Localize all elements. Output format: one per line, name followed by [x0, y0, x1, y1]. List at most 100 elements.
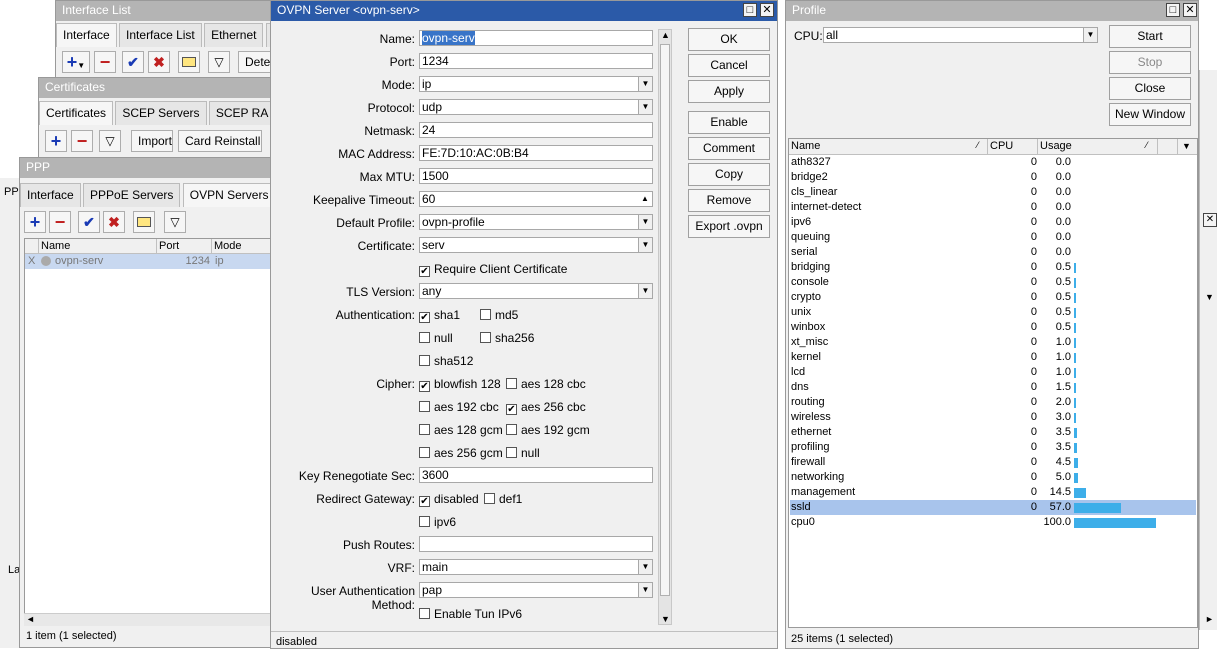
- key-renegotiate-field[interactable]: 3600: [419, 467, 653, 483]
- profile-row[interactable]: internet-detect 0 0.0: [790, 200, 1196, 215]
- tab-pppoe-servers[interactable]: PPPoE Servers: [83, 183, 181, 207]
- scroll-thumb[interactable]: [660, 44, 670, 596]
- table-row[interactable]: X ovpn-serv 1234 ip: [25, 254, 284, 269]
- filter-button[interactable]: ▽: [99, 130, 121, 152]
- max-mtu-field[interactable]: 1500: [419, 168, 653, 184]
- comment-button[interactable]: [133, 211, 155, 233]
- tab-scep-servers[interactable]: SCEP Servers: [115, 101, 207, 125]
- cipher-aes-256-cbc-checkbox[interactable]: ✔ aes 256 cbc: [506, 399, 586, 415]
- dropdown-icon[interactable]: ▼: [638, 215, 652, 229]
- comment-button[interactable]: Comment: [688, 137, 770, 160]
- scroll-down-icon[interactable]: ▼: [661, 614, 670, 624]
- chevron-down-icon[interactable]: ▼: [1205, 292, 1214, 302]
- column-usage[interactable]: Usage: [1038, 139, 1158, 155]
- profile-row[interactable]: queuing 0 0.0: [790, 230, 1196, 245]
- dropdown-icon[interactable]: ▼: [638, 284, 652, 298]
- enable-button[interactable]: ✔: [122, 51, 144, 73]
- column-port[interactable]: Port: [157, 239, 212, 254]
- tab-ovpn-servers[interactable]: OVPN Servers: [182, 183, 276, 207]
- cipher-null-checkbox[interactable]: null: [506, 445, 540, 461]
- profile-row[interactable]: lcd 0 1.0: [790, 365, 1196, 380]
- profile-row[interactable]: console 0 0.5: [790, 275, 1196, 290]
- protocol-select[interactable]: udp ▼: [419, 99, 653, 115]
- disable-button[interactable]: ✖: [103, 211, 125, 233]
- close-button[interactable]: ✕: [1183, 3, 1197, 17]
- profile-row[interactable]: management 0 14.5: [790, 485, 1196, 500]
- cipher-blowfish-128-checkbox[interactable]: ✔ blowfish 128: [419, 376, 501, 392]
- profile-row[interactable]: networking 0 5.0: [790, 470, 1196, 485]
- cpu-select[interactable]: all ▼: [823, 27, 1098, 43]
- card-reinstall-button[interactable]: Card Reinstall: [178, 130, 262, 152]
- profile-row[interactable]: firewall 0 4.5: [790, 455, 1196, 470]
- enable-button[interactable]: ✔: [78, 211, 100, 233]
- new-window-button[interactable]: New Window: [1109, 103, 1191, 126]
- redirect-disabled-checkbox[interactable]: ✔ disabled: [419, 491, 479, 507]
- remove-button[interactable]: −: [71, 130, 93, 152]
- auth-md5-checkbox[interactable]: md5: [480, 307, 518, 323]
- profile-row[interactable]: crypto 0 0.5: [790, 290, 1196, 305]
- tls-version-select[interactable]: any ▼: [419, 283, 653, 299]
- remove-button[interactable]: −: [49, 211, 71, 233]
- profile-row[interactable]: ssld 0 57.0: [790, 500, 1196, 515]
- dropdown-icon[interactable]: ▼: [638, 77, 652, 91]
- profile-row[interactable]: ath8327 0 0.0: [790, 155, 1196, 170]
- column-name[interactable]: Name: [39, 239, 157, 254]
- auth-sha1-checkbox[interactable]: ✔ sha1: [419, 307, 460, 323]
- form-scrollbar[interactable]: ▲ ▼: [658, 29, 672, 625]
- default-profile-select[interactable]: ovpn-profile ▼: [419, 214, 653, 230]
- collapse-icon[interactable]: ▲: [638, 192, 652, 206]
- netmask-field[interactable]: 24: [419, 122, 653, 138]
- scroll-right-icon[interactable]: ►: [1205, 614, 1214, 624]
- start-button[interactable]: Start: [1109, 25, 1191, 48]
- remove-button[interactable]: −: [94, 51, 116, 73]
- profile-row[interactable]: kernel 0 1.0: [790, 350, 1196, 365]
- profile-row[interactable]: profiling 0 3.5: [790, 440, 1196, 455]
- horizontal-scrollbar[interactable]: ◄: [24, 613, 284, 626]
- profile-row[interactable]: xt_misc 0 1.0: [790, 335, 1196, 350]
- disable-button[interactable]: ✖: [148, 51, 170, 73]
- dropdown-icon[interactable]: ▼: [638, 100, 652, 114]
- auth-sha256-checkbox[interactable]: sha256: [480, 330, 534, 346]
- profile-titlebar[interactable]: Profile: [786, 1, 1198, 21]
- add-button[interactable]: +▼: [62, 51, 90, 73]
- profile-row[interactable]: bridge2 0 0.0: [790, 170, 1196, 185]
- profile-row[interactable]: bridging 0 0.5: [790, 260, 1196, 275]
- maximize-button[interactable]: □: [743, 3, 757, 17]
- profile-row[interactable]: cpu0 100.0: [790, 515, 1196, 530]
- remove-button[interactable]: Remove: [688, 189, 770, 212]
- copy-button[interactable]: Copy: [688, 163, 770, 186]
- certificates-titlebar[interactable]: Certificates: [39, 78, 284, 98]
- name-field[interactable]: ovpn-serv: [419, 30, 653, 46]
- column-menu-icon[interactable]: ▼: [1182, 141, 1191, 151]
- certificate-select[interactable]: serv ▼: [419, 237, 653, 253]
- cipher-aes-192-cbc-checkbox[interactable]: aes 192 cbc: [419, 399, 499, 415]
- profile-row[interactable]: ethernet 0 3.5: [790, 425, 1196, 440]
- close-button[interactable]: ✕: [760, 3, 774, 17]
- scroll-up-icon[interactable]: ▲: [661, 30, 670, 40]
- require-client-certificate-checkbox[interactable]: ✔ Require Client Certificate: [419, 261, 567, 277]
- close-icon[interactable]: ✕: [1203, 213, 1217, 227]
- apply-button[interactable]: Apply: [688, 80, 770, 103]
- close-button[interactable]: Close: [1109, 77, 1191, 100]
- column-mode[interactable]: Mode: [212, 239, 272, 254]
- stop-button[interactable]: Stop: [1109, 51, 1191, 74]
- dropdown-icon[interactable]: ▼: [638, 238, 652, 252]
- filter-button[interactable]: ▽: [164, 211, 186, 233]
- dropdown-icon[interactable]: ▼: [638, 583, 652, 597]
- user-auth-method-select[interactable]: pap ▼: [419, 582, 653, 598]
- profile-row[interactable]: routing 0 2.0: [790, 395, 1196, 410]
- interface-list-titlebar[interactable]: Interface List: [56, 1, 284, 21]
- dropdown-icon[interactable]: ▼: [638, 560, 652, 574]
- profile-row[interactable]: wireless 0 3.0: [790, 410, 1196, 425]
- column-name[interactable]: Name: [789, 139, 988, 155]
- tab-scep-ra[interactable]: SCEP RA: [208, 101, 276, 125]
- tab-interface[interactable]: Interface: [56, 23, 117, 47]
- filter-button[interactable]: ▽: [208, 51, 230, 73]
- ok-button[interactable]: OK: [688, 28, 770, 51]
- enable-tun-ipv6-checkbox[interactable]: Enable Tun IPv6: [419, 606, 522, 622]
- profile-row[interactable]: winbox 0 0.5: [790, 320, 1196, 335]
- vrf-select[interactable]: main ▼: [419, 559, 653, 575]
- column-cpu[interactable]: CPU: [988, 139, 1038, 155]
- tab-interface[interactable]: Interface: [20, 183, 81, 207]
- cipher-aes-128-gcm-checkbox[interactable]: aes 128 gcm: [419, 422, 503, 438]
